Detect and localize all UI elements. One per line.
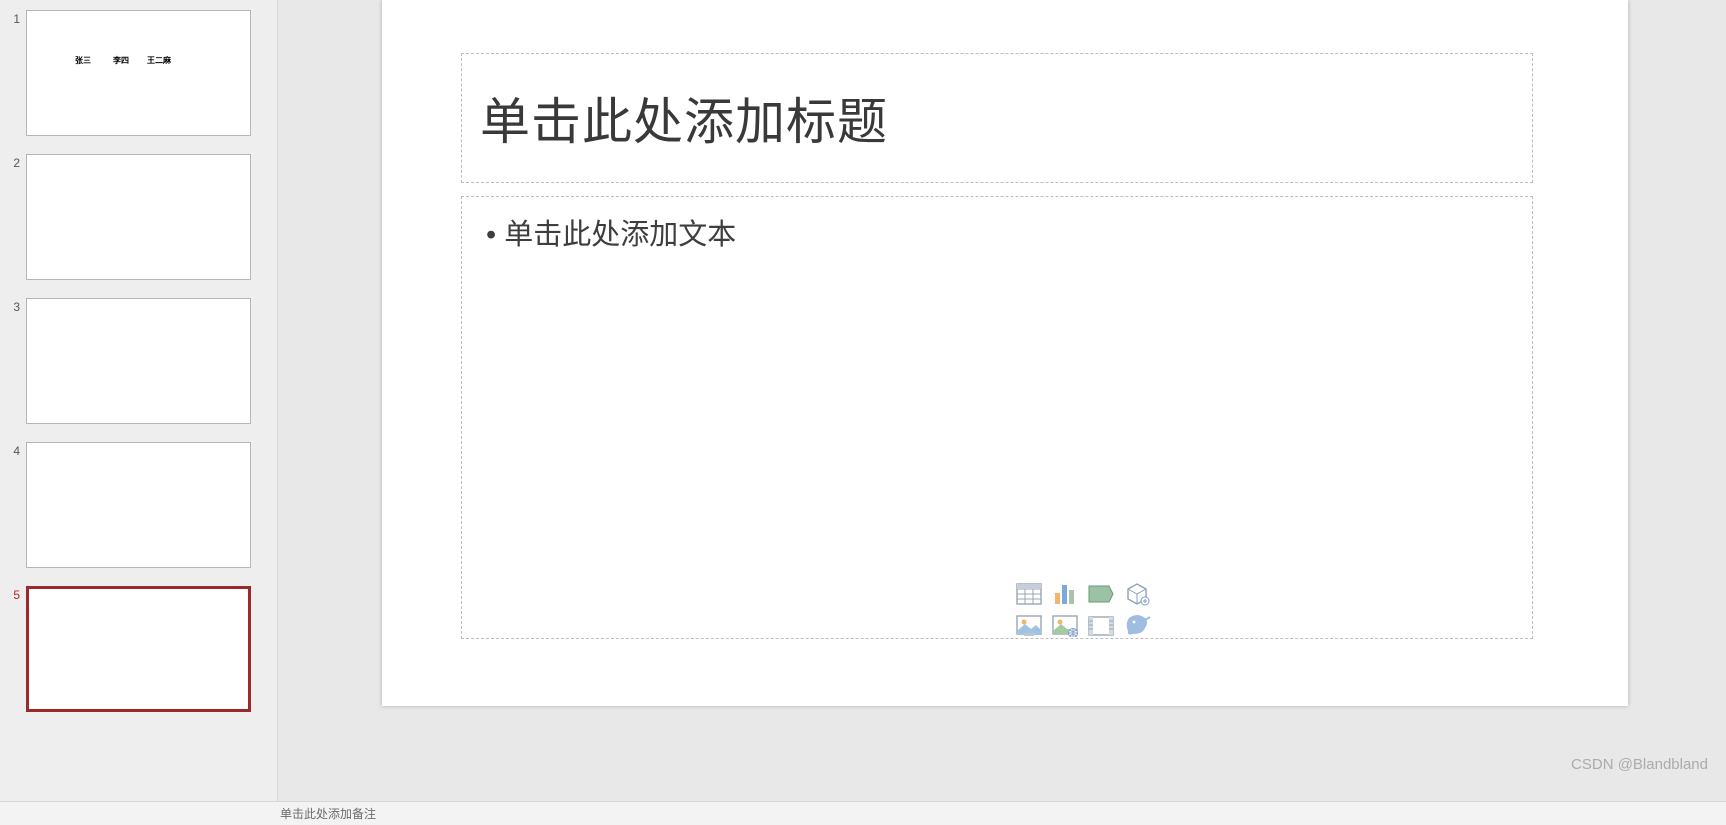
slide[interactable]: 单击此处添加标题 • 单击此处添加文本 [382, 0, 1628, 706]
thumbnail-text: 李四 [113, 55, 129, 66]
thumbnail-row: 4 [0, 438, 277, 572]
slide-thumbnails-panel: 1 张三 李四 王二麻 2 3 4 5 [0, 0, 278, 801]
insert-chart-icon[interactable] [1050, 581, 1080, 607]
insert-3dmodel-icon[interactable] [1122, 581, 1152, 607]
insert-picture-icon[interactable] [1014, 613, 1044, 639]
slide-thumbnail-2[interactable] [26, 154, 251, 280]
insert-online-picture-icon[interactable] [1050, 613, 1080, 639]
watermark: CSDN @Blandbland [1571, 756, 1708, 773]
title-placeholder[interactable]: 单击此处添加标题 [461, 53, 1533, 183]
content-insert-icons [1014, 581, 1154, 639]
insert-table-icon[interactable] [1014, 581, 1044, 607]
content-placeholder-text: • 单击此处添加文本 [486, 211, 1508, 253]
thumbnail-row: 5 [0, 582, 277, 716]
thumbnail-number: 3 [4, 298, 26, 314]
slide-canvas-area: 单击此处添加标题 • 单击此处添加文本 [278, 0, 1726, 801]
thumbnail-number: 5 [4, 586, 26, 602]
insert-icon-icon[interactable] [1122, 613, 1152, 639]
thumbnail-number: 1 [4, 10, 26, 26]
content-placeholder[interactable]: • 单击此处添加文本 [461, 196, 1533, 639]
slide-thumbnail-5[interactable] [26, 586, 251, 712]
slide-thumbnail-1[interactable]: 张三 李四 王二麻 [26, 10, 251, 136]
thumbnail-text: 张三 [75, 55, 91, 66]
notes-placeholder-text: 单击此处添加备注 [280, 805, 376, 822]
thumbnail-row: 1 张三 李四 王二麻 [0, 6, 277, 140]
thumbnail-text: 王二麻 [147, 55, 171, 66]
notes-placeholder[interactable]: 单击此处添加备注 [0, 801, 1726, 825]
insert-video-icon[interactable] [1086, 613, 1116, 639]
insert-smartart-icon[interactable] [1086, 581, 1116, 607]
slide-thumbnail-4[interactable] [26, 442, 251, 568]
thumbnail-row: 3 [0, 294, 277, 428]
title-placeholder-text: 单击此处添加标题 [480, 82, 888, 154]
slide-thumbnail-3[interactable] [26, 298, 251, 424]
thumbnail-row: 2 [0, 150, 277, 284]
thumbnail-number: 2 [4, 154, 26, 170]
thumbnail-number: 4 [4, 442, 26, 458]
